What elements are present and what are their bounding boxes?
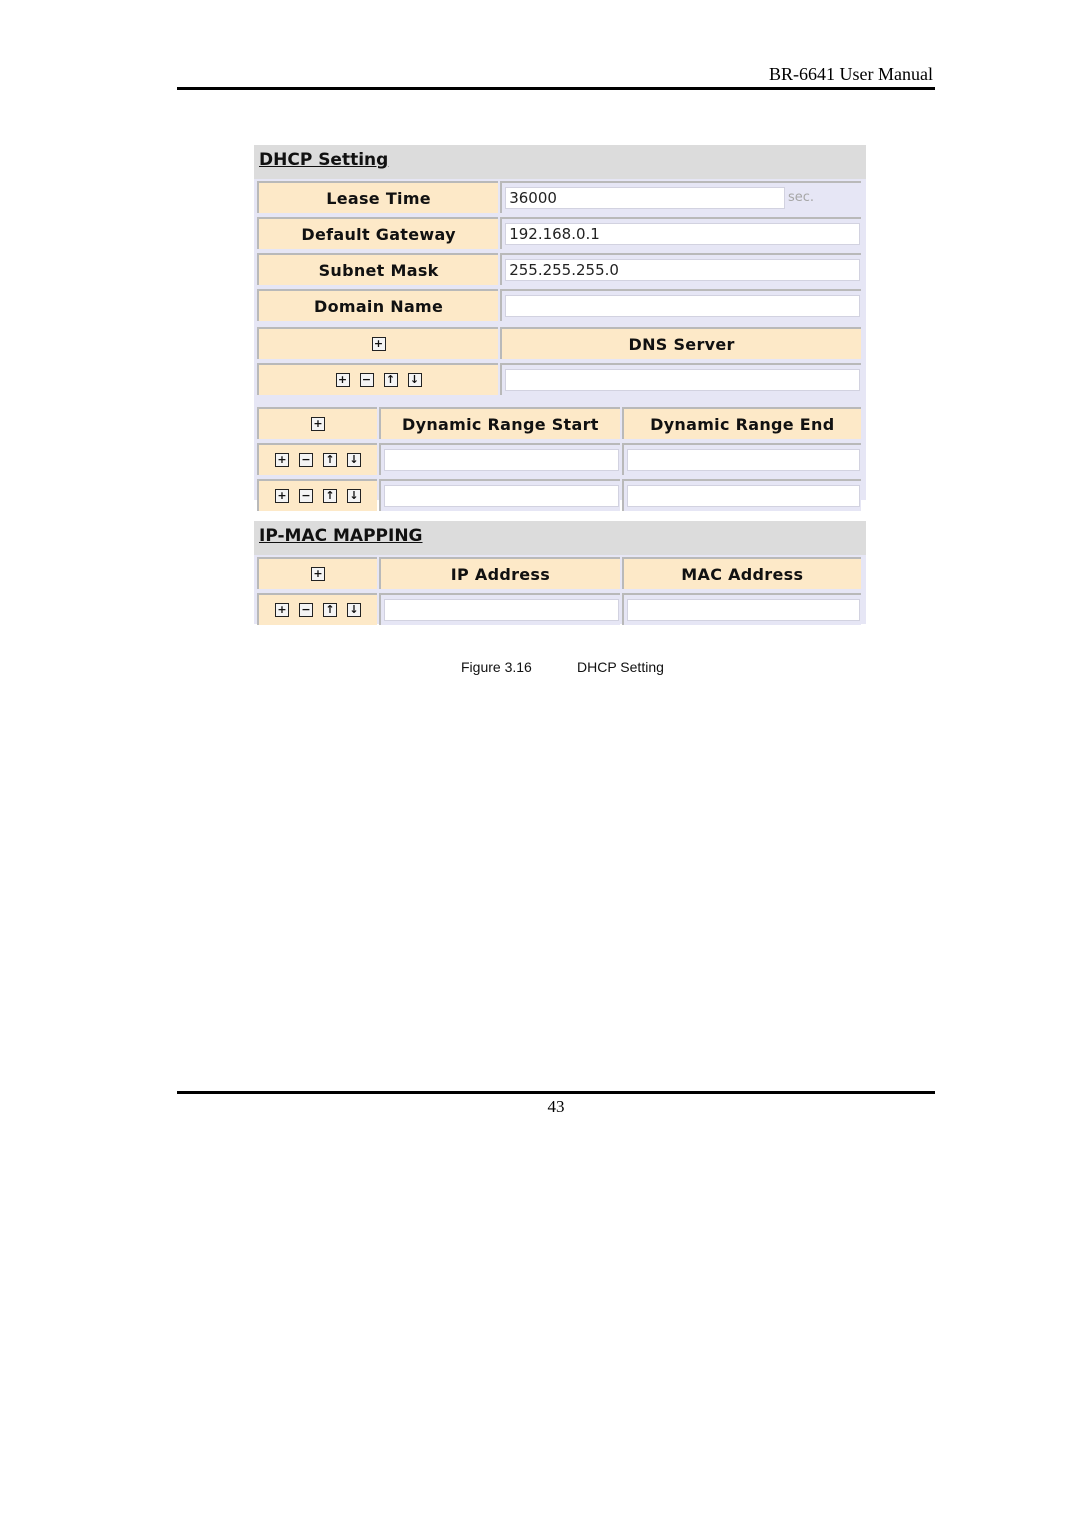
dns-row: + − ↑ ↓	[254, 361, 866, 397]
range-start-header: Dynamic Range Start	[379, 407, 620, 439]
dns-add-cell: +	[257, 327, 499, 359]
default-gateway-input[interactable]: 192.168.0.1	[505, 222, 860, 245]
add-icon[interactable]: +	[335, 373, 350, 387]
range-header-row: + Dynamic Range Start Dynamic Range End	[254, 405, 866, 441]
range-start-input[interactable]	[384, 484, 619, 507]
lease-time-unit: sec.	[788, 190, 815, 205]
range-row: + − ↑ ↓	[254, 441, 866, 477]
move-up-icon[interactable]: ↑	[323, 489, 338, 503]
document-header-title: BR-6641 User Manual	[769, 64, 933, 84]
range-row-actions: + − ↑ ↓	[257, 443, 378, 475]
move-up-icon[interactable]: ↑	[323, 603, 338, 617]
default-gateway-label: Default Gateway	[257, 217, 499, 249]
move-up-icon[interactable]: ↑	[383, 373, 398, 387]
domain-name-input[interactable]	[505, 294, 860, 317]
lease-time-field: 36000 sec.	[500, 181, 861, 213]
range-end-input[interactable]	[626, 484, 860, 507]
move-down-icon[interactable]: ↓	[347, 489, 362, 503]
page-number: 43	[547, 1097, 565, 1116]
move-up-icon[interactable]: ↑	[323, 453, 338, 467]
range-start-field	[379, 479, 620, 511]
figure-number: Figure 3.16	[461, 659, 532, 675]
move-down-icon[interactable]: ↓	[347, 453, 362, 467]
range-start-input[interactable]	[384, 448, 619, 471]
range-end-field	[621, 443, 861, 475]
range-end-header: Dynamic Range End	[621, 407, 861, 439]
ipmac-header-row: + IP Address MAC Address	[254, 555, 866, 591]
domain-name-label: Domain Name	[257, 289, 499, 321]
add-icon[interactable]: +	[275, 453, 290, 467]
domain-name-row: Domain Name	[254, 287, 866, 323]
range-end-field	[621, 479, 861, 511]
move-down-icon[interactable]: ↓	[347, 603, 362, 617]
range-row: + − ↑ ↓	[254, 477, 866, 513]
subnet-mask-field: 255.255.255.0	[500, 253, 861, 285]
range-add-icon[interactable]: +	[311, 417, 326, 431]
add-icon[interactable]: +	[275, 489, 290, 503]
dns-row-actions: + − ↑ ↓	[257, 363, 499, 395]
dns-add-icon[interactable]: +	[371, 337, 386, 351]
dns-server-field	[500, 363, 861, 395]
default-gateway-row: Default Gateway 192.168.0.1	[254, 215, 866, 251]
ipmac-row: + − ↑ ↓	[254, 591, 866, 627]
dns-header-row: + DNS Server	[254, 325, 866, 361]
dhcp-setting-panel: DHCP Setting Lease Time 36000 sec. Defau…	[254, 145, 866, 511]
range-row-actions: + − ↑ ↓	[257, 479, 378, 511]
ip-mac-mapping-title: IP-MAC MAPPING	[254, 521, 866, 555]
ipmac-add-icon[interactable]: +	[311, 567, 326, 581]
add-icon[interactable]: +	[275, 603, 290, 617]
ip-mac-mapping-panel: IP-MAC MAPPING + IP Address MAC Address …	[254, 521, 866, 627]
lease-time-input[interactable]: 36000	[505, 186, 785, 209]
ip-address-input[interactable]	[384, 598, 619, 621]
domain-name-field	[500, 289, 861, 321]
lease-time-row: Lease Time 36000 sec.	[254, 179, 866, 215]
header-rule	[177, 87, 935, 90]
remove-icon[interactable]: −	[359, 373, 374, 387]
ipmac-add-cell: +	[257, 557, 378, 589]
subnet-mask-row: Subnet Mask 255.255.255.0	[254, 251, 866, 287]
mac-address-input[interactable]	[626, 598, 860, 621]
subnet-mask-label: Subnet Mask	[257, 253, 499, 285]
range-start-field	[379, 443, 620, 475]
dns-server-header: DNS Server	[500, 327, 861, 359]
range-add-cell: +	[257, 407, 378, 439]
remove-icon[interactable]: −	[299, 603, 314, 617]
ipmac-row-actions: + − ↑ ↓	[257, 593, 378, 625]
range-end-input[interactable]	[626, 448, 860, 471]
default-gateway-field: 192.168.0.1	[500, 217, 861, 249]
ip-address-header: IP Address	[379, 557, 620, 589]
mac-address-header: MAC Address	[621, 557, 861, 589]
dns-server-input[interactable]	[505, 368, 860, 391]
subnet-mask-input[interactable]: 255.255.255.0	[505, 258, 860, 281]
remove-icon[interactable]: −	[299, 453, 314, 467]
lease-time-label: Lease Time	[257, 181, 499, 213]
mac-address-field	[621, 593, 861, 625]
footer-rule	[177, 1091, 935, 1094]
dhcp-setting-title: DHCP Setting	[254, 145, 866, 179]
figure-title: DHCP Setting	[577, 659, 664, 675]
move-down-icon[interactable]: ↓	[407, 373, 422, 387]
remove-icon[interactable]: −	[299, 489, 314, 503]
ip-address-field	[379, 593, 620, 625]
